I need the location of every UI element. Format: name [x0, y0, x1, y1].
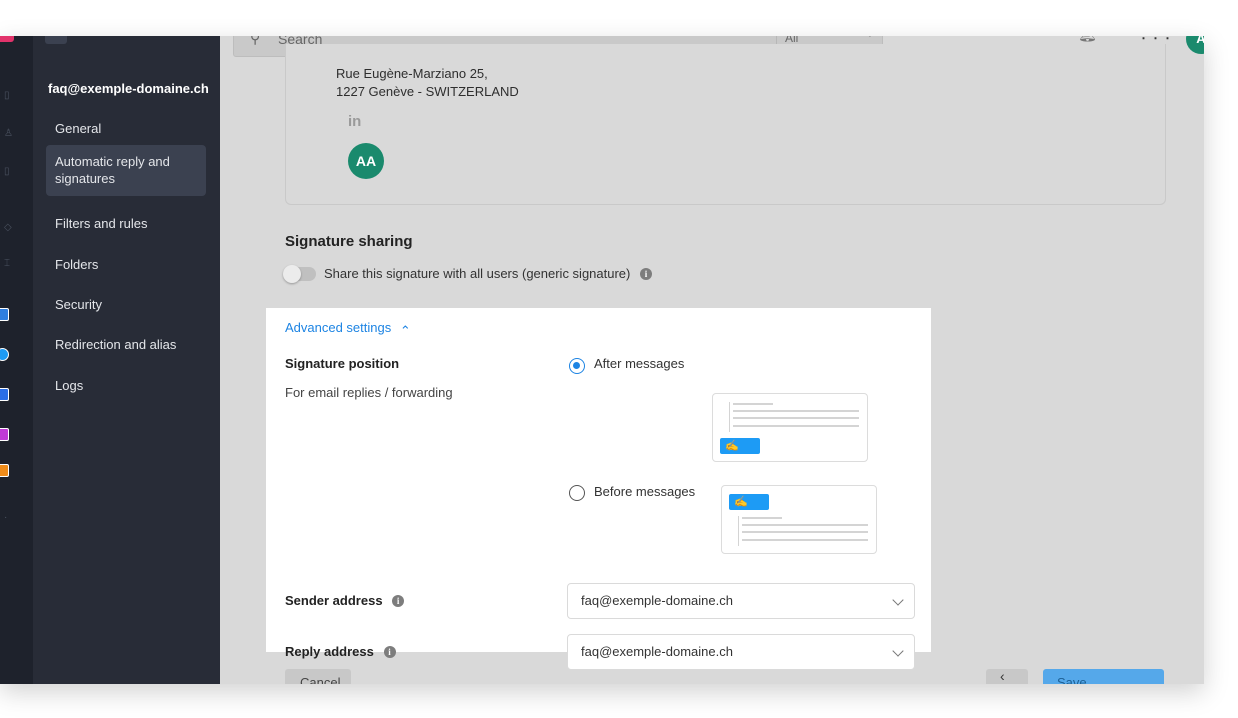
back-button[interactable]: ‹: [986, 668, 1028, 684]
sender-address-select[interactable]: faq@exemple-domaine.ch: [567, 583, 915, 619]
app-shortcut-3-icon[interactable]: [0, 388, 9, 401]
back-chevron-icon: ‹: [1000, 668, 1005, 684]
app-shortcut-1-icon[interactable]: [0, 308, 9, 321]
advanced-settings-panel: Advanced settings ⌃ Signature position F…: [266, 308, 931, 670]
sidebar-item-general[interactable]: General: [46, 112, 206, 145]
signature-block-icon: ✍: [720, 438, 760, 454]
save-button[interactable]: Save: [1043, 669, 1164, 684]
before-messages-label[interactable]: Before messages: [594, 484, 695, 499]
signature-position-label: Signature position: [285, 356, 400, 371]
share-signature-toggle[interactable]: [283, 265, 316, 283]
user-avatar[interactable]: A: [1186, 36, 1204, 54]
reply-address-text: Reply address: [285, 644, 374, 659]
preview-line: [742, 524, 868, 526]
app-window: ▯ ♙ ▯ ◇ ⌶ · ‹ faq@exemple-domaine.ch Gen…: [0, 36, 1204, 684]
reply-address-value: faq@exemple-domaine.ch: [581, 644, 733, 659]
chevron-up-icon: ⌃: [399, 323, 411, 338]
bell-icon: 🔔︎: [1078, 36, 1097, 43]
preview-line: [733, 417, 859, 419]
calendar-icon[interactable]: ▯: [4, 166, 10, 177]
preview-line: [742, 539, 868, 541]
sender-address-text: Sender address: [285, 593, 383, 608]
app-shortcut-5-icon[interactable]: [0, 464, 9, 477]
sender-address-value: faq@exemple-domaine.ch: [581, 593, 733, 608]
cancel-button[interactable]: Cancel: [285, 669, 351, 684]
quote-bar: [738, 516, 739, 546]
chevron-down-icon: [892, 594, 904, 606]
share-signature-text: Share this signature with all users (gen…: [324, 266, 631, 281]
more-apps-icon[interactable]: ·: [4, 512, 7, 523]
info-icon[interactable]: i: [383, 646, 396, 658]
settings-sidebar: ‹ faq@exemple-domaine.ch General Automat…: [33, 36, 220, 684]
before-messages-preview: ✍: [721, 485, 877, 554]
sidebar-item-redirection[interactable]: Redirection and alias: [46, 328, 206, 361]
sidebar-item-logs[interactable]: Logs: [46, 369, 206, 402]
drive-icon[interactable]: ◇: [4, 222, 12, 233]
preview-line: [742, 531, 868, 533]
chevron-down-icon: [892, 645, 904, 657]
app-shortcut-2-icon[interactable]: [0, 348, 9, 361]
radio-before-messages[interactable]: [569, 485, 585, 501]
account-email: faq@exemple-domaine.ch: [48, 81, 209, 96]
after-messages-label[interactable]: After messages: [594, 356, 684, 371]
advanced-settings-label: Advanced settings: [285, 320, 392, 335]
signature-block-icon: ✍: [729, 494, 769, 510]
app-logo-icon[interactable]: [0, 36, 14, 42]
address-line-2: 1227 Genève - SWITZERLAND: [336, 84, 519, 99]
apps-grid-icon[interactable]: ⋮⋮⋮: [1137, 36, 1174, 42]
signature-position-help: For email replies / forwarding: [285, 385, 453, 400]
quote-bar: [729, 402, 730, 432]
search-icon: ⚲: [250, 36, 261, 46]
contacts-icon[interactable]: ♙: [4, 128, 13, 139]
tools-icon[interactable]: ⌶: [4, 258, 10, 269]
share-signature-label: Share this signature with all users (gen…: [324, 266, 652, 281]
preview-line: [733, 410, 859, 412]
radio-after-messages[interactable]: [569, 358, 585, 374]
collapse-sidebar-button[interactable]: ‹: [45, 36, 67, 44]
linkedin-icon: in: [348, 113, 362, 130]
after-messages-preview: ✍: [712, 393, 868, 462]
address-line-1: Rue Eugène-Marziano 25,: [336, 66, 488, 81]
save-label: Save: [1057, 675, 1087, 684]
app-shortcut-4-icon[interactable]: [0, 428, 9, 441]
signature-avatar: AA: [348, 143, 384, 179]
info-icon[interactable]: i: [392, 595, 405, 607]
cancel-label: Cancel: [300, 675, 341, 684]
reply-address-select[interactable]: faq@exemple-domaine.ch: [567, 634, 915, 670]
sender-address-label: Sender address i: [285, 593, 405, 608]
preview-line: [733, 403, 773, 405]
chevron-down-icon: ▼: [865, 36, 875, 40]
sidebar-item-filters[interactable]: Filters and rules: [46, 207, 206, 240]
preview-line: [742, 517, 782, 519]
mail-icon[interactable]: ▯: [4, 90, 10, 101]
sidebar-item-security[interactable]: Security: [46, 288, 206, 321]
sidebar-item-automatic-reply[interactable]: Automatic reply and signatures: [46, 145, 206, 196]
chevron-left-icon: ‹: [52, 36, 56, 40]
reply-address-label: Reply address i: [285, 644, 396, 659]
signature-sharing-title: Signature sharing: [285, 233, 413, 250]
app-rail: ▯ ♙ ▯ ◇ ⌶ ·: [0, 36, 33, 684]
advanced-settings-toggle[interactable]: Advanced settings ⌃: [285, 320, 411, 338]
preview-line: [733, 425, 859, 427]
info-icon[interactable]: i: [640, 268, 652, 280]
sidebar-item-folders[interactable]: Folders: [46, 248, 206, 281]
